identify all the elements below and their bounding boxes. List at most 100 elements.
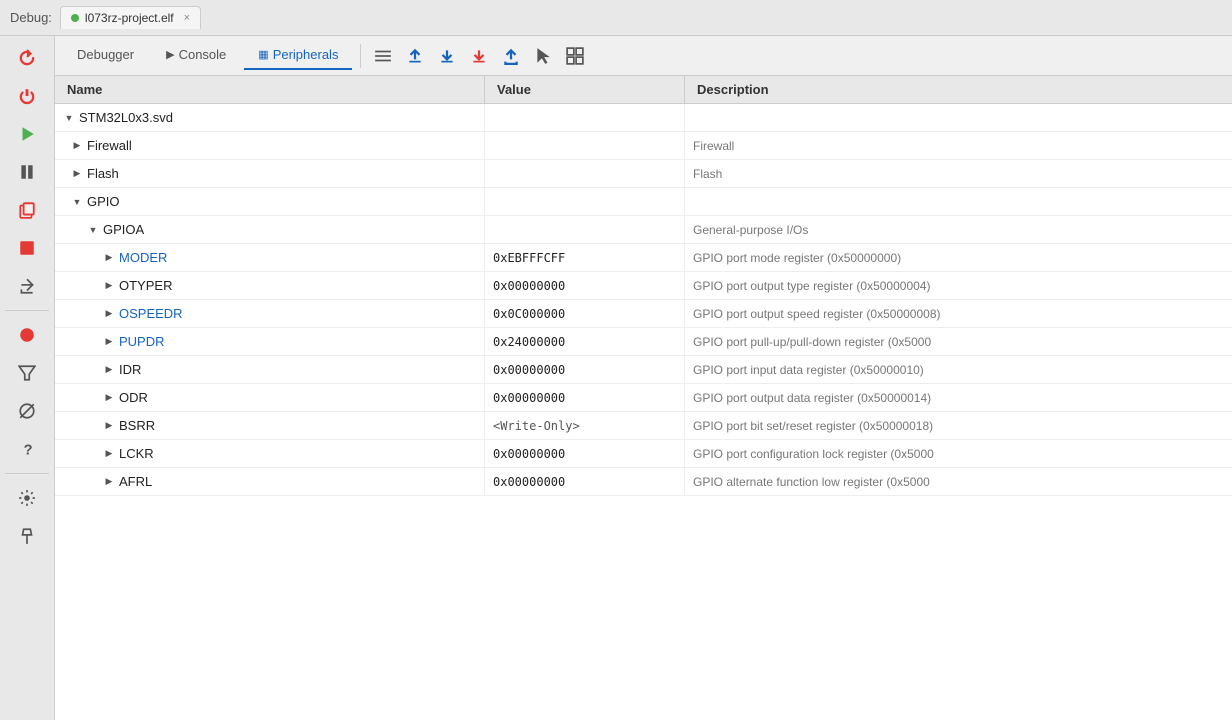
toolbar-download-btn[interactable] (433, 42, 461, 70)
row-name: ODR (119, 390, 148, 405)
tree-arrow[interactable] (103, 336, 115, 348)
table-row[interactable]: ODR 0x00000000 GPIO port output data reg… (55, 384, 1232, 412)
row-value: 0x00000000 (493, 363, 565, 377)
row-name-cell: Firewall (55, 132, 485, 159)
toolbar-list-btn[interactable] (369, 42, 397, 70)
row-desc-cell: GPIO port mode register (0x50000000) (685, 244, 1232, 271)
table-row[interactable]: Firewall Firewall (55, 132, 1232, 160)
table-row[interactable]: IDR 0x00000000 GPIO port input data regi… (55, 356, 1232, 384)
toolbar-cursor-btn[interactable] (529, 42, 557, 70)
row-value-cell: <Write-Only> (485, 412, 685, 439)
sidebar-slash-icon[interactable] (9, 393, 45, 429)
row-name-cell: OTYPER (55, 272, 485, 299)
tree-arrow[interactable] (103, 252, 115, 264)
header-name: Name (55, 76, 485, 103)
sidebar-pause-icon[interactable] (9, 154, 45, 190)
table-row[interactable]: AFRL 0x00000000 GPIO alternate function … (55, 468, 1232, 496)
row-desc-cell: GPIO port output type register (0x500000… (685, 272, 1232, 299)
table-row[interactable]: LCKR 0x00000000 GPIO port configuration … (55, 440, 1232, 468)
row-name: LCKR (119, 446, 154, 461)
row-value: 0x00000000 (493, 391, 565, 405)
sidebar-stop-icon[interactable] (9, 230, 45, 266)
row-desc-cell: GPIO port configuration lock register (0… (685, 440, 1232, 467)
sidebar-refresh-icon[interactable] (9, 40, 45, 76)
row-desc-cell: Firewall (685, 132, 1232, 159)
table-row[interactable]: GPIO (55, 188, 1232, 216)
header-description: Description (685, 76, 1232, 103)
row-value: 0x24000000 (493, 335, 565, 349)
tree-arrow[interactable] (71, 140, 83, 152)
table-row[interactable]: PUPDR 0x24000000 GPIO port pull-up/pull-… (55, 328, 1232, 356)
tree-arrow[interactable] (71, 196, 83, 208)
row-desc-cell: General-purpose I/Os (685, 216, 1232, 243)
toolbar: Debugger ▶ Console ▦ Peripherals (55, 36, 1232, 76)
tab-debugger[interactable]: Debugger (63, 41, 148, 70)
toolbar-separator-1 (360, 44, 361, 68)
tree-arrow[interactable] (103, 420, 115, 432)
tree-arrow[interactable] (103, 364, 115, 376)
row-value: <Write-Only> (493, 419, 580, 433)
row-value: 0xEBFFFCFF (493, 251, 565, 265)
tab-console-label: Console (179, 47, 227, 62)
sidebar-export-icon[interactable] (9, 268, 45, 304)
tab-console[interactable]: ▶ Console (152, 41, 240, 70)
row-desc: Firewall (693, 139, 734, 153)
tree-arrow[interactable] (103, 308, 115, 320)
row-name-cell: GPIOA (55, 216, 485, 243)
sidebar-help-icon[interactable]: ? (9, 431, 45, 467)
sidebar-copy-icon[interactable] (9, 192, 45, 228)
row-name: GPIOA (103, 222, 144, 237)
table-row[interactable]: OSPEEDR 0x0C000000 GPIO port output spee… (55, 300, 1232, 328)
row-desc-cell (685, 104, 1232, 131)
sidebar-pin-icon[interactable] (9, 518, 45, 554)
tree-arrow[interactable] (63, 112, 75, 124)
row-desc: GPIO port mode register (0x50000000) (693, 251, 901, 265)
sidebar-reset-icon[interactable] (9, 78, 45, 114)
content-area: Debugger ▶ Console ▦ Peripherals (55, 36, 1232, 720)
row-desc-cell: Flash (685, 160, 1232, 187)
tree-arrow[interactable] (103, 448, 115, 460)
title-bar: Debug: l073rz-project.elf × (0, 0, 1232, 36)
table-row[interactable]: OTYPER 0x00000000 GPIO port output type … (55, 272, 1232, 300)
row-name: Flash (87, 166, 119, 181)
sidebar-record-icon[interactable] (9, 317, 45, 353)
toolbar-download-red-btn[interactable] (465, 42, 493, 70)
row-name-cell: GPIO (55, 188, 485, 215)
row-value-cell (485, 132, 685, 159)
tree-arrow[interactable] (71, 168, 83, 180)
title-tab[interactable]: l073rz-project.elf × (60, 6, 201, 29)
toolbar-upload2-btn[interactable] (497, 42, 525, 70)
tab-peripherals[interactable]: ▦ Peripherals (244, 41, 352, 70)
table-row[interactable]: Flash Flash (55, 160, 1232, 188)
tree-arrow[interactable] (103, 392, 115, 404)
tree-arrow[interactable] (103, 280, 115, 292)
sidebar-play-icon[interactable] (9, 116, 45, 152)
row-value-cell: 0x00000000 (485, 356, 685, 383)
row-value-cell: 0x0C000000 (485, 300, 685, 327)
sidebar-settings-icon[interactable] (9, 480, 45, 516)
row-name-cell: AFRL (55, 468, 485, 495)
row-name: BSRR (119, 418, 155, 433)
toolbar-grid-btn[interactable] (561, 42, 589, 70)
row-value-cell (485, 104, 685, 131)
tab-close-button[interactable]: × (184, 12, 190, 24)
header-value: Value (485, 76, 685, 103)
row-name-cell: STM32L0x3.svd (55, 104, 485, 131)
table-row[interactable]: STM32L0x3.svd (55, 104, 1232, 132)
tree-arrow[interactable] (87, 224, 99, 236)
row-value-cell (485, 216, 685, 243)
peripherals-table[interactable]: Name Value Description STM32L0x3.svd Fir… (55, 76, 1232, 720)
toolbar-upload-btn[interactable] (401, 42, 429, 70)
svg-text:?: ? (24, 443, 33, 458)
row-value-cell: 0x24000000 (485, 328, 685, 355)
table-row[interactable]: BSRR <Write-Only> GPIO port bit set/rese… (55, 412, 1232, 440)
sidebar-filter-icon[interactable] (9, 355, 45, 391)
row-value-cell: 0x00000000 (485, 384, 685, 411)
row-desc-cell: GPIO alternate function low register (0x… (685, 468, 1232, 495)
tree-arrow[interactable] (103, 476, 115, 488)
tab-peripherals-label: Peripherals (273, 47, 339, 62)
table-row[interactable]: MODER 0xEBFFFCFF GPIO port mode register… (55, 244, 1232, 272)
row-name-cell: BSRR (55, 412, 485, 439)
row-name: Firewall (87, 138, 132, 153)
table-row[interactable]: GPIOA General-purpose I/Os (55, 216, 1232, 244)
